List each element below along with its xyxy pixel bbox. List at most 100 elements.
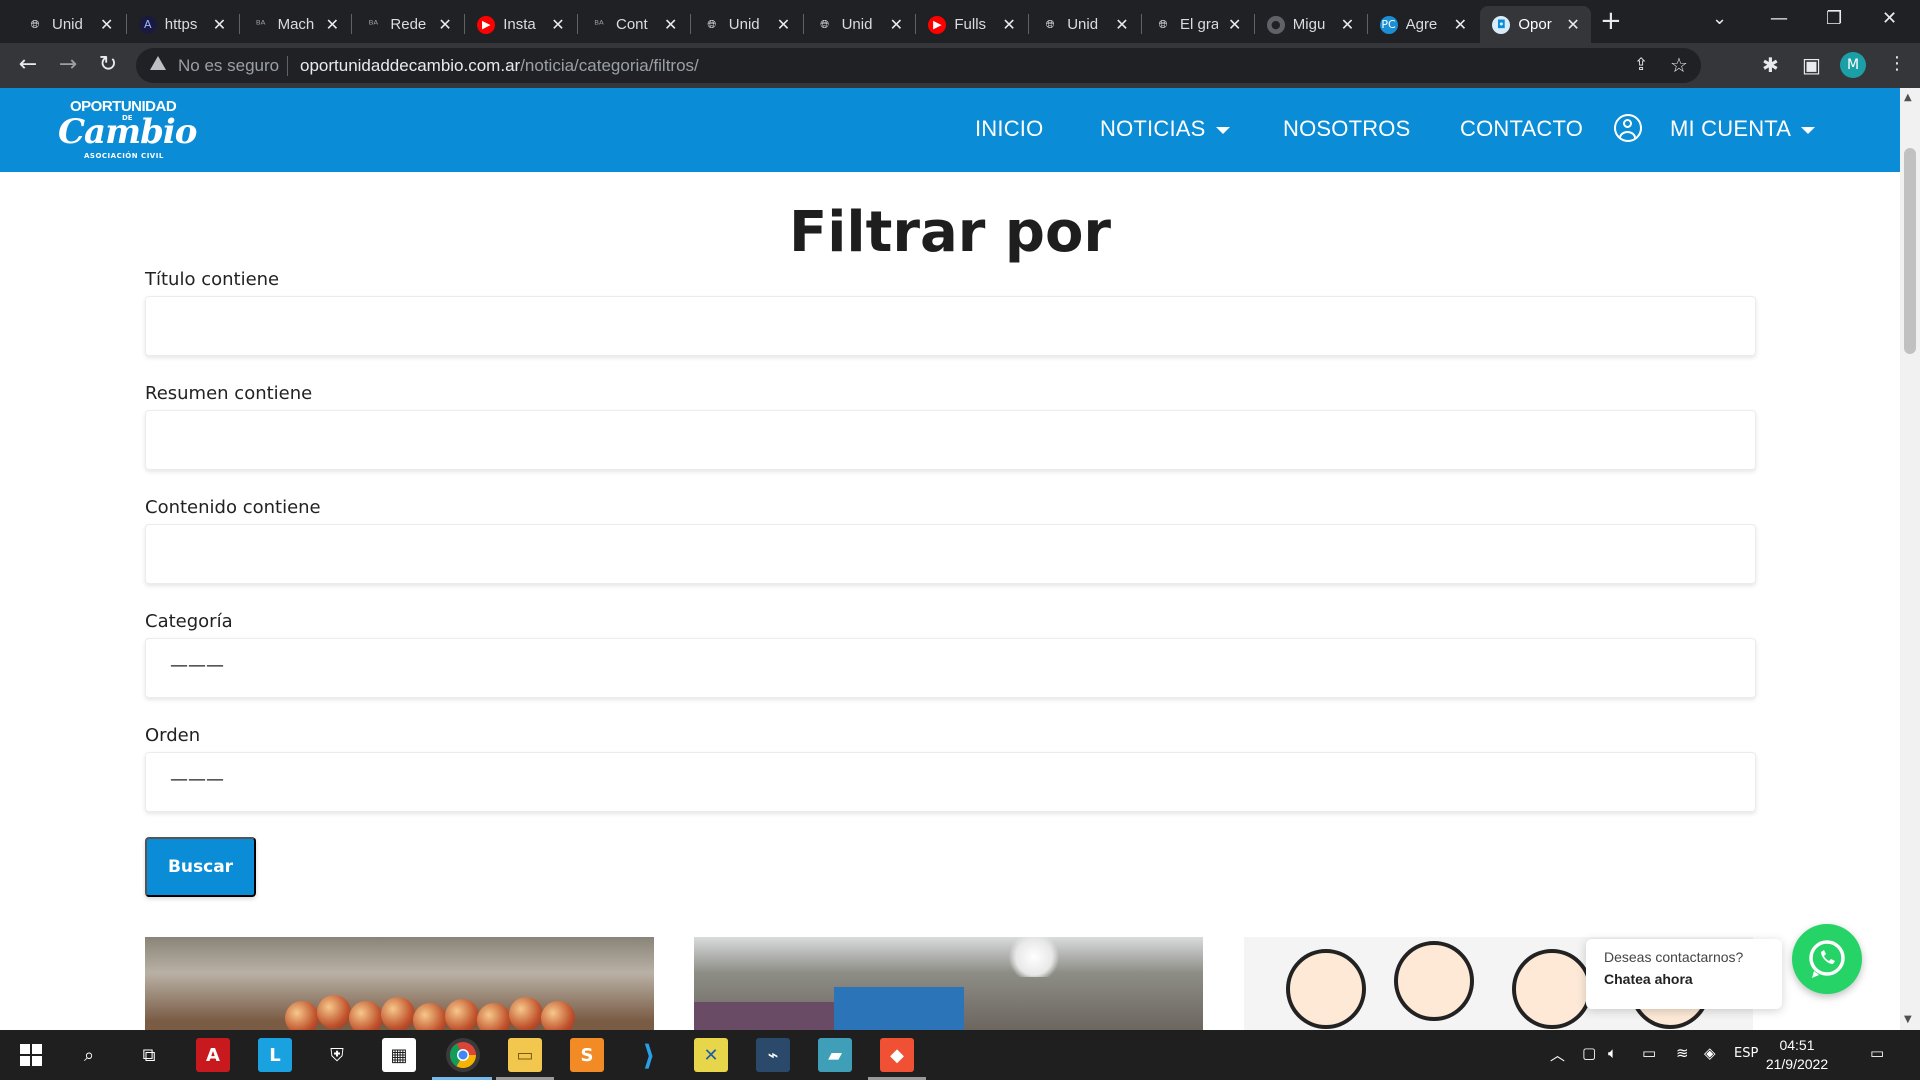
browser-tab[interactable]: ▶ Fulls ✕ (916, 6, 1027, 43)
news-card-image[interactable] (694, 937, 1203, 1030)
titulo-input[interactable] (145, 296, 1756, 356)
extensions-puzzle-icon[interactable]: ✱ (1762, 53, 1779, 77)
tab-close-icon[interactable]: ✕ (1002, 15, 1015, 34)
battery-icon[interactable]: ▭ (1642, 1044, 1656, 1062)
nav-mi-cuenta[interactable]: MI CUENTA (1670, 116, 1816, 142)
browser-tab[interactable]: ᴮᴬ Rede ✕ (352, 6, 463, 43)
nav-nosotros[interactable]: NOSOTROS (1283, 116, 1411, 142)
tab-close-icon[interactable]: ✕ (326, 15, 339, 34)
browser-tab[interactable]: ◘ Opor ✕ (1480, 6, 1592, 43)
resumen-label: Resumen contiene (145, 383, 313, 404)
browser-tab[interactable]: PC Agre ✕ (1368, 6, 1479, 43)
browser-tab[interactable]: 🌐︎ Unid ✕ (804, 6, 915, 43)
tray-chevron-icon[interactable]: ︿ (1550, 1044, 1565, 1065)
page-scrollbar[interactable]: ▲ ▼ (1900, 88, 1920, 1030)
browser-tab[interactable]: 🌐︎ Unid ✕ (691, 6, 802, 43)
xampp-icon[interactable]: ✕ (694, 1038, 728, 1072)
site-logo[interactable]: OPORTUNIDAD DE Cambio ASOCIACIÓN CIVIL (58, 98, 197, 162)
windows-start-icon[interactable] (14, 1038, 48, 1072)
mysql-workbench-icon[interactable]: ⌁ (756, 1038, 790, 1072)
browser-tab[interactable]: ▶ Insta ✕ (465, 6, 576, 43)
tab-close-icon[interactable]: ✕ (551, 15, 564, 34)
child-drawing (1512, 949, 1592, 1029)
security-label[interactable]: No es seguro (178, 56, 279, 76)
file-explorer-icon[interactable]: ▭ (508, 1038, 542, 1072)
new-tab-button[interactable]: + (1600, 8, 1622, 34)
notifications-icon[interactable]: ▭ (1870, 1044, 1884, 1062)
caret-down-icon (1215, 126, 1230, 134)
scroll-down-icon[interactable]: ▼ (1904, 1014, 1912, 1025)
meet-icon[interactable]: ▢ (1582, 1044, 1596, 1062)
tab-title: Rede (390, 16, 427, 33)
back-button[interactable]: ← (14, 52, 42, 77)
orden-select[interactable]: ——— (145, 752, 1756, 812)
tab-title: Cont (616, 16, 648, 33)
forward-button[interactable]: → (54, 52, 82, 77)
system-clock[interactable]: 04:51 21/9/2022 (1762, 1036, 1832, 1074)
restore-button[interactable]: ❐ (1826, 8, 1842, 29)
apple-shape (509, 997, 543, 1030)
tab-close-icon[interactable]: ✕ (1454, 15, 1467, 34)
security-shield-icon[interactable]: ⛨ (320, 1038, 354, 1072)
tab-close-icon[interactable]: ✕ (664, 15, 677, 34)
speaker-icon[interactable]: 🔈︎ (1608, 1044, 1617, 1062)
kebab-menu-icon[interactable]: ⋮ (1888, 53, 1906, 74)
browser-tab[interactable]: ● Migu ✕ (1255, 6, 1366, 43)
user-icon[interactable] (1614, 114, 1642, 142)
browser-tab[interactable]: ᴮᴬ Cont ✕ (578, 6, 689, 43)
l-app-icon[interactable]: L (258, 1038, 292, 1072)
dropbox-icon[interactable]: ◈ (1704, 1044, 1716, 1062)
contenido-input[interactable] (145, 524, 1756, 584)
microsoft-store-icon[interactable]: ▦ (382, 1038, 416, 1072)
browser-tab[interactable]: 🌐︎ Unid ✕ (14, 6, 125, 43)
tab-close-icon[interactable]: ✕ (1566, 15, 1579, 34)
browser-tab[interactable]: Ahttps ✕ (127, 6, 238, 43)
tab-close-icon[interactable]: ✕ (1228, 15, 1241, 34)
browser-tab[interactable]: 🌐︎ Unid ✕ (1029, 6, 1140, 43)
acrobat-icon[interactable]: A (196, 1038, 230, 1072)
url-text[interactable]: oportunidaddecambio.com.ar/noticia/categ… (300, 56, 699, 76)
git-icon[interactable]: ◆ (880, 1038, 914, 1072)
tab-close-icon[interactable]: ✕ (1341, 15, 1354, 34)
tab-close-icon[interactable]: ✕ (890, 15, 903, 34)
whatsapp-button[interactable] (1792, 924, 1862, 994)
profile-avatar[interactable]: M (1840, 52, 1866, 78)
whatsapp-chat-bubble[interactable]: Deseas contactarnos? Chatea ahora (1586, 939, 1782, 1009)
chrome-icon[interactable] (446, 1038, 480, 1072)
apple-shape (445, 999, 479, 1030)
buscar-button[interactable]: Buscar (145, 837, 256, 897)
scroll-up-icon[interactable]: ▲ (1904, 92, 1912, 103)
notes-icon[interactable]: ▰ (818, 1038, 852, 1072)
tab-close-icon[interactable]: ✕ (100, 15, 113, 34)
sublime-text-icon[interactable]: S (570, 1038, 604, 1072)
tab-close-icon[interactable]: ✕ (1115, 15, 1128, 34)
warning-icon[interactable] (150, 56, 166, 70)
share-icon[interactable]: ⇪ (1634, 55, 1648, 75)
vscode-icon[interactable]: ⟩ (632, 1038, 666, 1072)
tab-search-icon[interactable]: ⌄ (1712, 8, 1727, 29)
tab-close-icon[interactable]: ✕ (213, 15, 226, 34)
browser-tab[interactable]: ᴮᴬ Mach ✕ (240, 6, 351, 43)
reload-button[interactable]: ↻ (94, 52, 122, 77)
minimize-button[interactable]: — (1770, 8, 1788, 29)
side-panel-icon[interactable]: ▣ (1802, 53, 1821, 77)
scrollbar-thumb[interactable] (1904, 148, 1916, 354)
categoria-select[interactable]: ——— (145, 638, 1756, 698)
tab-close-icon[interactable]: ✕ (438, 15, 451, 34)
browser-tab[interactable]: 🌐︎ El gra ✕ (1142, 6, 1253, 43)
nav-contacto[interactable]: CONTACTO (1460, 116, 1583, 142)
address-bar[interactable]: No es seguro oportunidaddecambio.com.ar/… (136, 48, 1701, 83)
bookmark-star-icon[interactable]: ☆ (1670, 53, 1688, 77)
news-card-image[interactable] (145, 937, 654, 1030)
close-window-button[interactable]: ✕ (1882, 8, 1897, 29)
resumen-input[interactable] (145, 410, 1756, 470)
tab-close-icon[interactable]: ✕ (777, 15, 790, 34)
input-language[interactable]: ESP (1734, 1046, 1758, 1061)
task-view-icon[interactable]: ⧉ (132, 1038, 166, 1072)
wifi-icon[interactable]: ≋ (1676, 1044, 1689, 1062)
orden-label: Orden (145, 725, 201, 746)
youtube-icon: ▶ (928, 15, 947, 34)
nav-noticias[interactable]: NOTICIAS (1100, 116, 1230, 142)
search-icon[interactable]: ⌕ (72, 1038, 106, 1072)
nav-inicio[interactable]: INICIO (975, 116, 1043, 142)
